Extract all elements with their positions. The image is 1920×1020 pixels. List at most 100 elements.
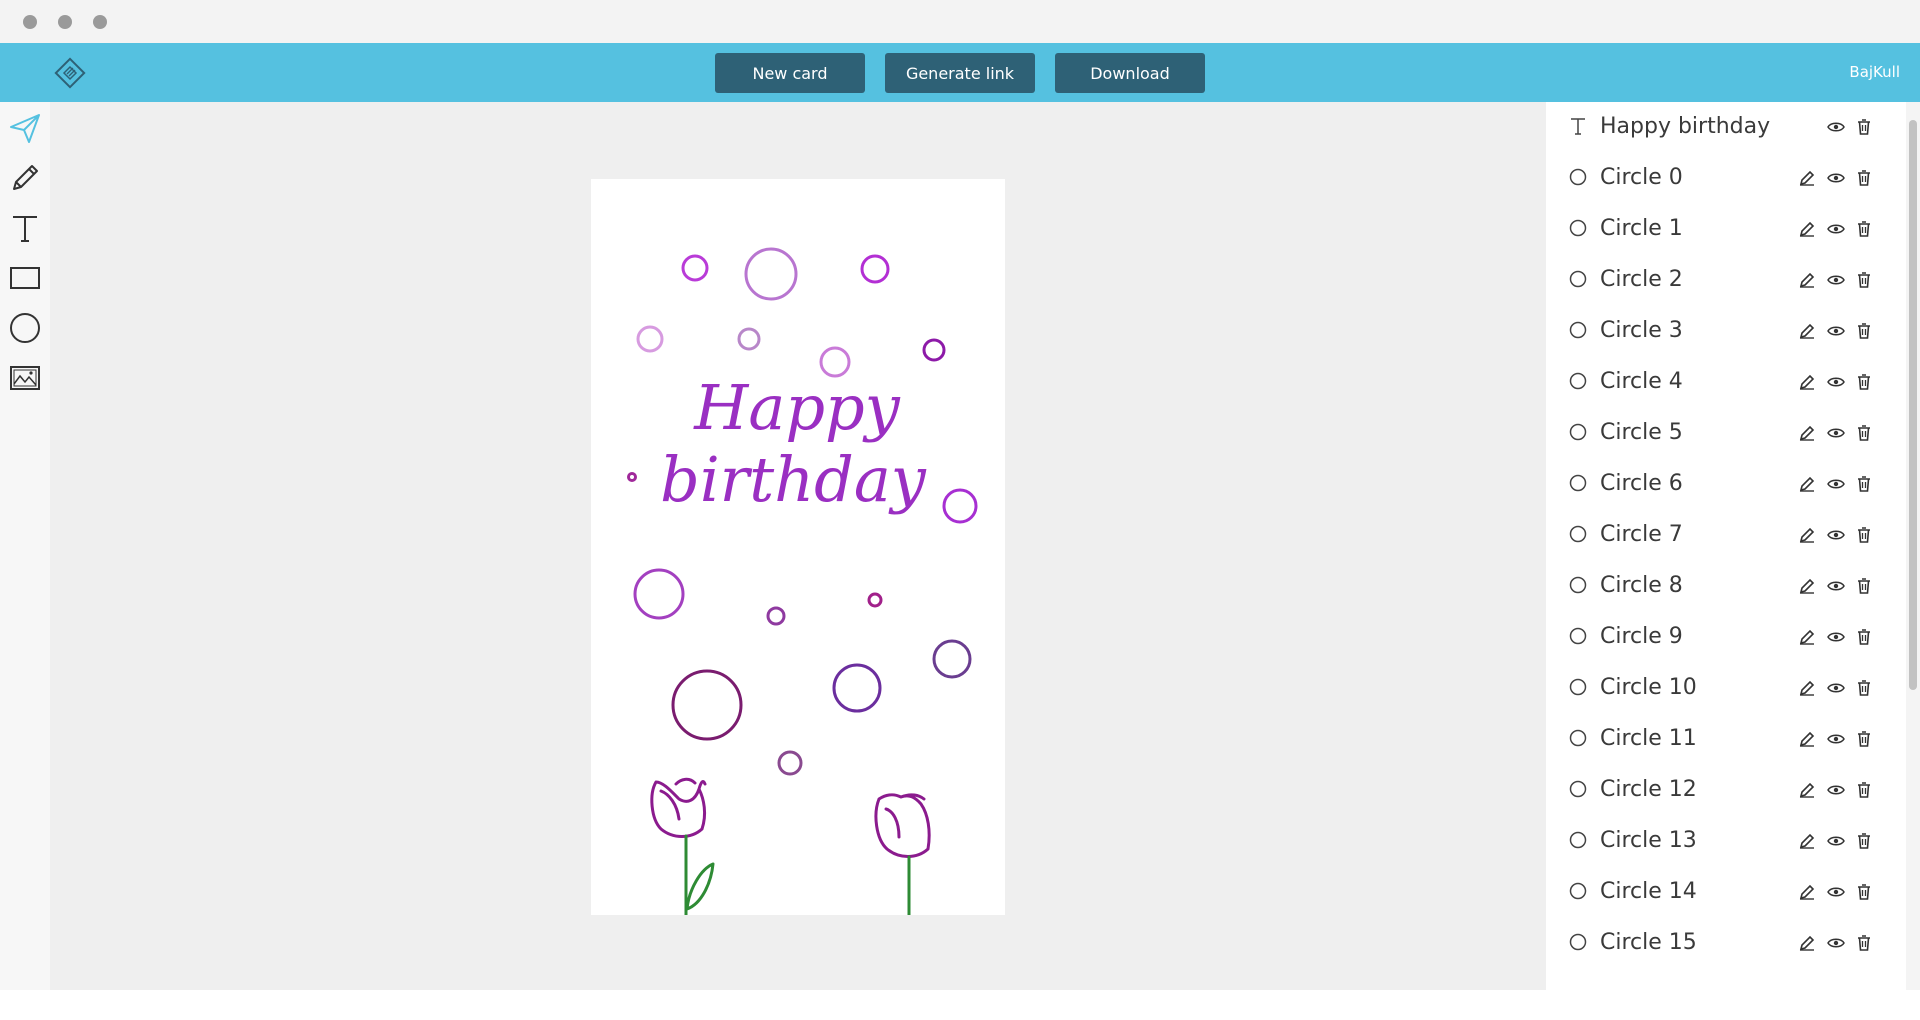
layer-row[interactable]: Circle 11: [1546, 714, 1906, 765]
new-card-button[interactable]: New card: [715, 53, 865, 93]
eye-icon[interactable]: [1825, 116, 1847, 138]
logo-icon: [54, 57, 86, 89]
edit-icon[interactable]: [1796, 269, 1818, 291]
greeting-card-canvas[interactable]: Happy birthday: [591, 179, 1005, 915]
layer-row[interactable]: Circle 3: [1546, 306, 1906, 357]
right-flower-head: [874, 793, 931, 858]
download-button[interactable]: Download: [1055, 53, 1205, 93]
layer-name: Circle 6: [1600, 471, 1683, 496]
layer-name: Circle 7: [1600, 522, 1683, 547]
window-maximize-button[interactable]: [93, 15, 107, 29]
tool-sidebar: [0, 102, 50, 990]
circle-layer-icon: [1568, 371, 1588, 391]
layer-name: Circle 8: [1600, 573, 1683, 598]
trash-icon[interactable]: [1853, 575, 1875, 597]
layer-row[interactable]: Circle 9: [1546, 612, 1906, 663]
trash-icon[interactable]: [1853, 626, 1875, 648]
layer-row[interactable]: Circle 14: [1546, 867, 1906, 918]
edit-icon[interactable]: [1796, 320, 1818, 342]
eye-icon[interactable]: [1825, 371, 1847, 393]
eye-icon[interactable]: [1825, 167, 1847, 189]
edit-icon[interactable]: [1796, 728, 1818, 750]
edit-icon[interactable]: [1796, 473, 1818, 495]
trash-icon[interactable]: [1853, 320, 1875, 342]
eye-icon[interactable]: [1825, 728, 1847, 750]
edit-icon[interactable]: [1796, 524, 1818, 546]
trash-icon[interactable]: [1853, 167, 1875, 189]
layer-row[interactable]: Circle 8: [1546, 561, 1906, 612]
app-logo[interactable]: [52, 55, 88, 91]
layer-row[interactable]: Circle 5: [1546, 408, 1906, 459]
generate-link-button[interactable]: Generate link: [885, 53, 1035, 93]
image-tool[interactable]: [5, 358, 45, 398]
eye-icon[interactable]: [1825, 422, 1847, 444]
pencil-tool[interactable]: [5, 158, 45, 198]
eye-icon[interactable]: [1825, 524, 1847, 546]
edit-icon[interactable]: [1796, 218, 1818, 240]
trash-icon[interactable]: [1853, 422, 1875, 444]
layer-name: Circle 0: [1600, 165, 1683, 190]
edit-icon[interactable]: [1796, 830, 1818, 852]
username-label[interactable]: BajKull: [1849, 63, 1900, 81]
send-tool[interactable]: [5, 108, 45, 148]
eye-icon[interactable]: [1825, 269, 1847, 291]
layer-row[interactable]: Circle 15: [1546, 918, 1906, 969]
edit-icon[interactable]: [1796, 422, 1818, 444]
circle-icon: [10, 313, 40, 343]
edit-icon[interactable]: [1796, 932, 1818, 954]
layer-row[interactable]: Circle 1: [1546, 204, 1906, 255]
edit-icon[interactable]: [1796, 677, 1818, 699]
card-circle: [766, 606, 786, 626]
trash-icon[interactable]: [1853, 116, 1875, 138]
eye-icon[interactable]: [1825, 779, 1847, 801]
rectangle-tool[interactable]: [5, 258, 45, 298]
scroll-thumb[interactable]: [1909, 120, 1917, 690]
eye-icon[interactable]: [1825, 881, 1847, 903]
eye-icon[interactable]: [1825, 677, 1847, 699]
circle-tool[interactable]: [5, 308, 45, 348]
edit-icon[interactable]: [1796, 626, 1818, 648]
trash-icon[interactable]: [1853, 218, 1875, 240]
layer-name: Circle 4: [1600, 369, 1683, 394]
circle-layer-icon: [1568, 779, 1588, 799]
card-circle: [942, 488, 978, 524]
eye-icon[interactable]: [1825, 626, 1847, 648]
trash-icon[interactable]: [1853, 830, 1875, 852]
trash-icon[interactable]: [1853, 473, 1875, 495]
layer-row[interactable]: Circle 0: [1546, 153, 1906, 204]
eye-icon[interactable]: [1825, 218, 1847, 240]
eye-icon[interactable]: [1825, 575, 1847, 597]
trash-icon[interactable]: [1853, 269, 1875, 291]
layer-row[interactable]: Circle 12: [1546, 765, 1906, 816]
window-minimize-button[interactable]: [58, 15, 72, 29]
rectangle-icon: [10, 267, 40, 289]
trash-icon[interactable]: [1853, 524, 1875, 546]
edit-icon[interactable]: [1796, 371, 1818, 393]
trash-icon[interactable]: [1853, 677, 1875, 699]
edit-icon[interactable]: [1796, 575, 1818, 597]
layer-row[interactable]: Circle 6: [1546, 459, 1906, 510]
trash-icon[interactable]: [1853, 881, 1875, 903]
eye-icon[interactable]: [1825, 320, 1847, 342]
trash-icon[interactable]: [1853, 728, 1875, 750]
text-tool[interactable]: [5, 208, 45, 248]
layer-row[interactable]: Circle 2: [1546, 255, 1906, 306]
eye-icon[interactable]: [1825, 830, 1847, 852]
window-close-button[interactable]: [23, 15, 37, 29]
eye-icon[interactable]: [1825, 932, 1847, 954]
layer-row[interactable]: Circle 4: [1546, 357, 1906, 408]
layer-row[interactable]: Circle 13: [1546, 816, 1906, 867]
circle-layer-icon: [1568, 524, 1588, 544]
edit-icon[interactable]: [1796, 881, 1818, 903]
layers-scrollbar[interactable]: [1906, 102, 1920, 990]
trash-icon[interactable]: [1853, 779, 1875, 801]
eye-icon[interactable]: [1825, 473, 1847, 495]
trash-icon[interactable]: [1853, 371, 1875, 393]
layer-row[interactable]: Circle 10: [1546, 663, 1906, 714]
layer-row[interactable]: Happy birthday: [1546, 102, 1906, 153]
edit-icon[interactable]: [1796, 167, 1818, 189]
pencil-icon: [13, 165, 38, 190]
trash-icon[interactable]: [1853, 932, 1875, 954]
layer-row[interactable]: Circle 7: [1546, 510, 1906, 561]
edit-icon[interactable]: [1796, 779, 1818, 801]
